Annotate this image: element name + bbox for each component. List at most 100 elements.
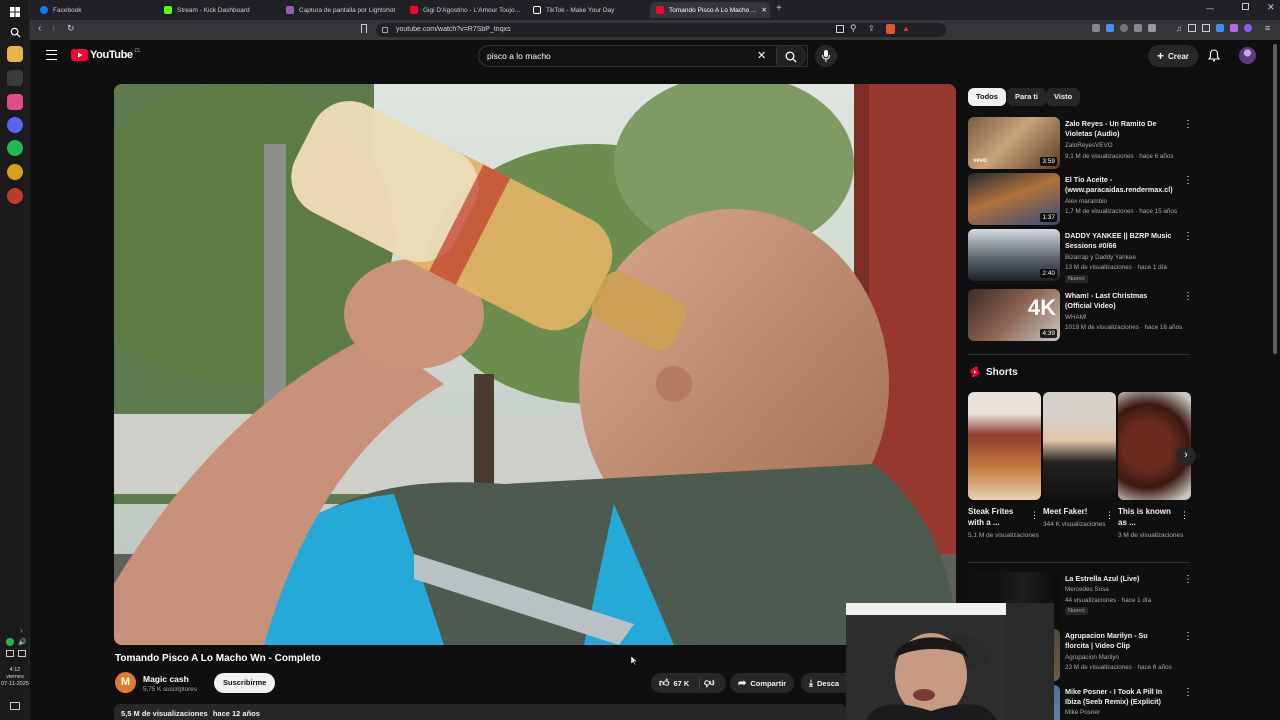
- spotify-icon[interactable]: [7, 140, 23, 156]
- list-item[interactable]: 2:40 DADDY YANKEE || BZRP Music Sessions…: [968, 229, 1193, 285]
- short-item[interactable]: This is known as ... 3 M de visualizacio…: [1118, 392, 1191, 540]
- tab-tiktok[interactable]: TikTok - Make Your Day: [527, 2, 647, 18]
- share-icon[interactable]: ⇪: [868, 24, 875, 33]
- screen-icon[interactable]: [836, 25, 844, 33]
- shorts-next-button[interactable]: ›: [1176, 446, 1196, 466]
- short-thumbnail[interactable]: [968, 392, 1041, 500]
- thumbs-down-icon[interactable]: 👍︎: [704, 677, 714, 689]
- video-title[interactable]: La Estrella Azul (Live): [1065, 574, 1173, 584]
- youtube-logo[interactable]: YouTube CL: [71, 48, 141, 61]
- sidebar-icon[interactable]: [1188, 24, 1196, 32]
- channel-name[interactable]: Mercedes Sosa: [1065, 586, 1109, 593]
- tab-active-video[interactable]: Tomando Pisco A Lo Macho ... ✕: [650, 2, 770, 18]
- minimize-icon[interactable]: —: [1206, 4, 1214, 13]
- tab-kick[interactable]: Stream - Kick Dashboard: [158, 2, 278, 18]
- clear-search-icon[interactable]: ✕: [757, 49, 766, 62]
- reload-icon[interactable]: ↻: [67, 23, 75, 34]
- tab-search-icon[interactable]: [1202, 24, 1210, 32]
- browser-menu-icon[interactable]: ≡: [1265, 23, 1270, 33]
- search-button[interactable]: [776, 45, 806, 67]
- chip-todos[interactable]: Todos: [968, 88, 1006, 106]
- channel-name[interactable]: Mike Posner: [1065, 709, 1100, 716]
- brave-shield-icon[interactable]: [886, 24, 895, 34]
- wallet-icon[interactable]: [1216, 24, 1224, 32]
- more-options-icon[interactable]: ⋮: [1183, 687, 1190, 698]
- file-explorer-icon[interactable]: [7, 46, 23, 62]
- video-thumbnail[interactable]: 2:40: [968, 229, 1060, 281]
- windows-start-icon[interactable]: [7, 4, 23, 20]
- channel-name[interactable]: Magic cash: [143, 674, 189, 684]
- video-title[interactable]: Zalo Reyes - Un Ramito De Violetas (Audi…: [1065, 119, 1173, 139]
- site-info-icon[interactable]: [382, 27, 388, 33]
- hamburger-menu-icon[interactable]: [46, 50, 57, 60]
- extension-icon[interactable]: [1120, 24, 1128, 32]
- short-title[interactable]: This is known as ...: [1118, 506, 1180, 528]
- tab-gigi[interactable]: Gigi D'Agostino - L'Amour Toujo...: [404, 2, 524, 18]
- download-button[interactable]: ⤓ Desca: [801, 673, 846, 693]
- short-title[interactable]: Steak Frites with a ...: [968, 506, 1030, 528]
- rewards-icon[interactable]: ▲: [902, 24, 910, 33]
- channel-avatar[interactable]: M: [115, 672, 136, 693]
- video-title[interactable]: Agrupacion Marilyn - Su florcita | Video…: [1065, 631, 1173, 651]
- short-thumbnail[interactable]: [1043, 392, 1116, 500]
- like-count[interactable]: 67 K: [673, 679, 689, 688]
- video-thumbnail[interactable]: vevo 3:59: [968, 117, 1060, 169]
- video-thumbnail[interactable]: 1:37: [968, 173, 1060, 225]
- obs-icon[interactable]: [7, 188, 23, 204]
- spotify-tray-icon[interactable]: [6, 638, 14, 646]
- discord-icon[interactable]: [7, 117, 23, 133]
- extension-icon[interactable]: [1092, 24, 1100, 32]
- extension-icon[interactable]: [1106, 24, 1114, 32]
- maximize-icon[interactable]: [1242, 3, 1249, 10]
- video-title[interactable]: Wham! - Last Christmas (Official Video): [1065, 291, 1173, 311]
- chip-visto[interactable]: Visto: [1046, 88, 1081, 106]
- shield-icon[interactable]: [7, 70, 23, 86]
- video-description[interactable]: 5,5 M de visualizaciones hace 12 años: [114, 704, 846, 720]
- leo-icon[interactable]: [1230, 24, 1238, 32]
- back-icon[interactable]: ‹: [38, 23, 41, 34]
- close-icon[interactable]: ✕: [761, 6, 766, 14]
- page-scrollbar[interactable]: [1273, 44, 1277, 354]
- share-button[interactable]: ➦ Compartir: [730, 673, 795, 693]
- voice-search-button[interactable]: [815, 45, 837, 67]
- more-options-icon[interactable]: ⋮: [1183, 119, 1193, 130]
- more-options-icon[interactable]: ⋮: [1105, 510, 1114, 521]
- extension-icon[interactable]: [1134, 24, 1142, 32]
- video-thumbnail[interactable]: 4K 4:39: [968, 289, 1060, 341]
- address-bar[interactable]: youtube.com/watch?v=R7SbP_tnqxs: [376, 23, 946, 37]
- video-player[interactable]: [114, 84, 956, 645]
- channel-name[interactable]: Alex marambio: [1065, 198, 1107, 205]
- more-options-icon[interactable]: ⋮: [1183, 631, 1193, 642]
- taskbar-clock[interactable]: 4:12 viernes 07-11-2025: [0, 667, 30, 688]
- more-options-icon[interactable]: ⋮: [1183, 231, 1193, 242]
- more-options-icon[interactable]: ⋮: [1183, 574, 1193, 585]
- channel-name[interactable]: ZaloReyesVEVO: [1065, 142, 1113, 149]
- network-icon[interactable]: [6, 650, 14, 657]
- zoom-icon[interactable]: ⚲: [850, 23, 857, 34]
- tab-lightshot[interactable]: Captura de pantalla por Lightshot: [280, 2, 402, 18]
- short-title[interactable]: Meet Faker!: [1043, 506, 1105, 517]
- list-item[interactable]: 1:37 El Tío Aceite - (www.paracaidas.ren…: [968, 173, 1193, 229]
- tab-facebook[interactable]: Facebook: [34, 2, 154, 18]
- create-button[interactable]: + Crear: [1148, 45, 1198, 67]
- list-item[interactable]: vevo 3:59 Zalo Reyes - Un Ramito De Viol…: [968, 117, 1193, 173]
- more-options-icon[interactable]: ⋮: [1030, 510, 1039, 521]
- app-icon[interactable]: [7, 164, 23, 180]
- thumbs-up-icon[interactable]: 👍︎: [659, 677, 669, 689]
- music-icon[interactable]: ♫: [1176, 24, 1182, 34]
- channel-name[interactable]: Bizarrap y Daddy Yankee: [1065, 254, 1136, 261]
- avatar[interactable]: [1239, 47, 1256, 64]
- forward-icon[interactable]: ›: [52, 23, 55, 34]
- short-item[interactable]: Steak Frites with a ... 5,1 M de visuali…: [968, 392, 1041, 540]
- video-title[interactable]: DADDY YANKEE || BZRP Music Sessions #0/6…: [1065, 231, 1173, 251]
- new-tab-button[interactable]: +: [776, 3, 782, 14]
- short-item[interactable]: Meet Faker! 344 K visualizaciones ⋮: [1043, 392, 1116, 529]
- video-title[interactable]: Mike Posner - I Took A Pill In Ibiza (Se…: [1065, 687, 1173, 707]
- notifications-bell-icon[interactable]: [1207, 49, 1221, 67]
- bookmark-icon[interactable]: [361, 24, 367, 33]
- list-item[interactable]: 4K 4:39 Wham! - Last Christmas (Official…: [968, 289, 1193, 345]
- volume-icon[interactable]: 🔊: [18, 638, 27, 646]
- chevron-right-icon[interactable]: ›: [20, 626, 23, 635]
- more-options-icon[interactable]: ⋮: [1180, 510, 1189, 521]
- more-options-icon[interactable]: ⋮: [1183, 175, 1193, 186]
